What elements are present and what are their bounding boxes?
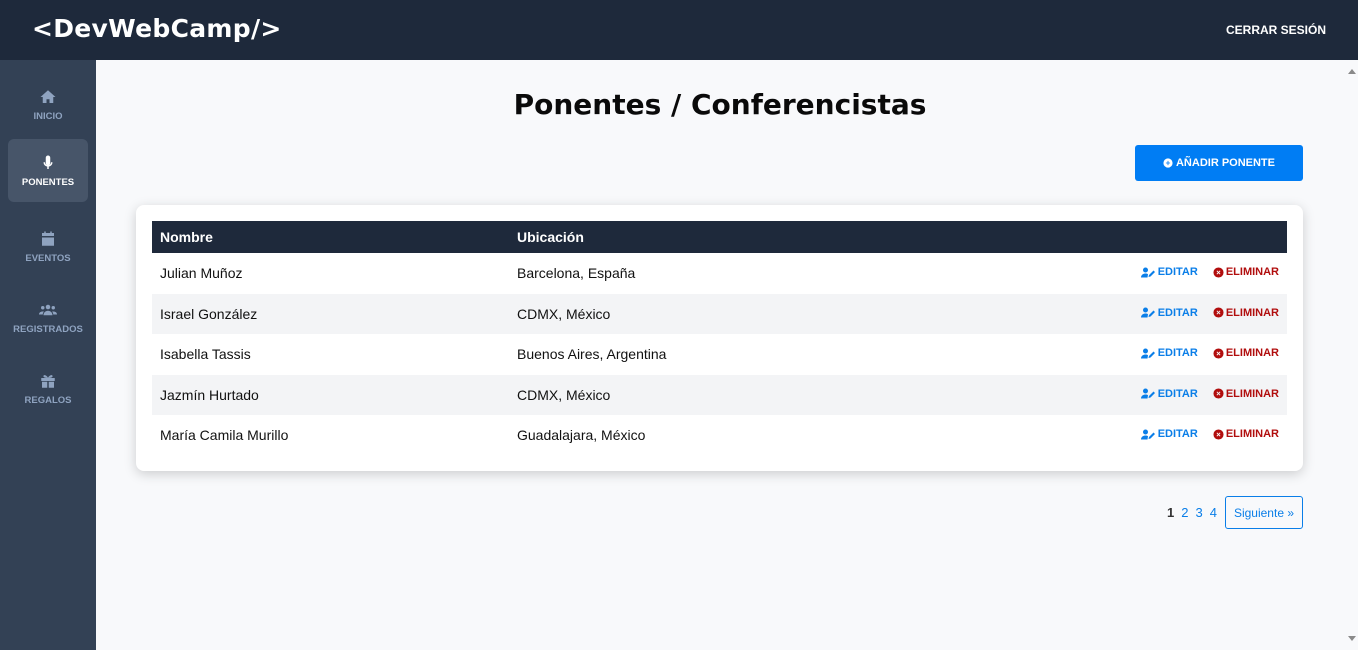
- home-icon: [40, 89, 56, 103]
- sidebar-item-label: INICIO: [33, 110, 63, 122]
- microphone-icon: [43, 155, 53, 169]
- edit-button[interactable]: EDITAR: [1140, 428, 1198, 440]
- user-edit-icon: [1140, 267, 1155, 277]
- users-icon: [39, 304, 57, 315]
- pagination: 1 2 3 4 Siguiente »: [1160, 496, 1303, 529]
- user-edit-icon: [1140, 429, 1155, 439]
- sidebar-item-label: REGISTRADOS: [13, 323, 83, 335]
- vertical-scrollbar[interactable]: [1344, 60, 1358, 650]
- speakers-card: Nombre Ubicación Julian Muñoz Barcelona,…: [136, 205, 1303, 471]
- speaker-name: Jazmín Hurtado: [160, 386, 259, 403]
- sidebar-item-ponentes[interactable]: PONENTES: [8, 139, 88, 202]
- close-circle-icon: [1213, 388, 1224, 399]
- speaker-location: Guadalajara, México: [517, 427, 646, 443]
- row-actions: EDITAR ELIMINAR: [1140, 428, 1279, 440]
- speakers-table: Nombre Ubicación Julian Muñoz Barcelona,…: [152, 221, 1287, 456]
- row-actions: EDITAR ELIMINAR: [1140, 266, 1279, 278]
- edit-button[interactable]: EDITAR: [1140, 387, 1198, 400]
- sidebar-item-label: REGALOS: [24, 394, 72, 406]
- sidebar-item-eventos[interactable]: EVENTOS: [8, 215, 88, 278]
- delete-label: ELIMINAR: [1225, 347, 1279, 359]
- add-speaker-button[interactable]: AÑADIR PONENTE: [1135, 145, 1303, 181]
- add-speaker-label: AÑADIR PONENTE: [1175, 157, 1275, 169]
- scroll-down-arrow-icon[interactable]: [1348, 636, 1356, 641]
- delete-label: ELIMINAR: [1225, 266, 1279, 278]
- table-row: Isabella Tassis Buenos Aires, Argentina …: [152, 334, 1287, 375]
- edit-label: EDITAR: [1157, 266, 1198, 278]
- close-circle-icon: [1213, 428, 1224, 440]
- app-logo[interactable]: <DevWebCamp/>: [32, 14, 282, 43]
- delete-button[interactable]: ELIMINAR: [1213, 428, 1279, 440]
- delete-label: ELIMINAR: [1225, 387, 1279, 400]
- sidebar: INICIO PONENTES EVENTOS REGISTRADOS REGA…: [0, 60, 96, 650]
- user-edit-icon: [1140, 307, 1155, 318]
- edit-label: EDITAR: [1157, 347, 1198, 359]
- page-link-1[interactable]: 1: [1167, 505, 1174, 520]
- sidebar-item-registrados[interactable]: REGISTRADOS: [8, 286, 88, 349]
- page-title: Ponentes / Conferencistas: [513, 88, 927, 121]
- close-circle-icon: [1213, 266, 1224, 278]
- table-row: Jazmín Hurtado CDMX, México EDITAR ELIMI…: [152, 374, 1287, 415]
- close-circle-icon: [1213, 347, 1224, 359]
- edit-label: EDITAR: [1157, 428, 1198, 440]
- row-actions: EDITAR ELIMINAR: [1140, 387, 1279, 400]
- main-content: Ponentes / Conferencistas AÑADIR PONENTE…: [96, 60, 1344, 650]
- logout-button[interactable]: CERRAR SESIÓN: [1226, 23, 1326, 37]
- speaker-location: CDMX, México: [517, 305, 611, 322]
- scroll-up-arrow-icon[interactable]: [1348, 69, 1356, 74]
- delete-button[interactable]: ELIMINAR: [1213, 307, 1279, 319]
- sidebar-item-label: EVENTOS: [25, 252, 71, 264]
- close-circle-icon: [1213, 307, 1224, 318]
- edit-button[interactable]: EDITAR: [1140, 306, 1198, 319]
- speaker-location: Buenos Aires, Argentina: [517, 346, 667, 362]
- sidebar-item-regalos[interactable]: REGALOS: [8, 357, 88, 420]
- delete-button[interactable]: ELIMINAR: [1213, 266, 1279, 278]
- gift-icon: [41, 374, 55, 388]
- calendar-icon: [42, 231, 54, 246]
- page-link-2[interactable]: 2: [1181, 505, 1188, 520]
- speaker-location: CDMX, México: [517, 386, 611, 403]
- edit-button[interactable]: EDITAR: [1140, 266, 1198, 278]
- sidebar-item-inicio[interactable]: INICIO: [8, 73, 88, 136]
- delete-label: ELIMINAR: [1225, 428, 1279, 440]
- delete-label: ELIMINAR: [1225, 306, 1279, 319]
- table-body: Julian Muñoz Barcelona, España EDITAR EL…: [152, 253, 1287, 456]
- delete-button[interactable]: ELIMINAR: [1213, 388, 1279, 400]
- edit-label: EDITAR: [1157, 306, 1198, 319]
- table-header: Nombre Ubicación: [152, 221, 1287, 253]
- speaker-name: Julian Muñoz: [160, 265, 243, 281]
- next-page-button[interactable]: Siguiente »: [1224, 496, 1303, 529]
- edit-label: EDITAR: [1157, 387, 1198, 400]
- delete-button[interactable]: ELIMINAR: [1213, 347, 1279, 359]
- table-row: Israel González CDMX, México EDITAR ELIM…: [152, 293, 1287, 334]
- page-link-3[interactable]: 3: [1195, 505, 1202, 520]
- user-edit-icon: [1140, 388, 1155, 399]
- table-row: Julian Muñoz Barcelona, España EDITAR EL…: [152, 253, 1287, 294]
- speaker-location: Barcelona, España: [517, 265, 636, 281]
- plus-circle-icon: [1163, 158, 1173, 168]
- speaker-name: Israel González: [160, 305, 258, 322]
- row-actions: EDITAR ELIMINAR: [1140, 306, 1279, 319]
- top-header: <DevWebCamp/> CERRAR SESIÓN: [0, 0, 1358, 60]
- row-actions: EDITAR ELIMINAR: [1140, 347, 1279, 359]
- speaker-name: Isabella Tassis: [160, 346, 251, 362]
- user-edit-icon: [1140, 348, 1155, 358]
- column-header-location: Ubicación: [517, 229, 584, 245]
- edit-button[interactable]: EDITAR: [1140, 347, 1198, 359]
- sidebar-item-label: PONENTES: [21, 176, 75, 188]
- page-link-4[interactable]: 4: [1210, 505, 1217, 520]
- column-header-name: Nombre: [160, 229, 213, 245]
- table-row: María Camila Murillo Guadalajara, México…: [152, 415, 1287, 456]
- speaker-name: María Camila Murillo: [160, 427, 289, 443]
